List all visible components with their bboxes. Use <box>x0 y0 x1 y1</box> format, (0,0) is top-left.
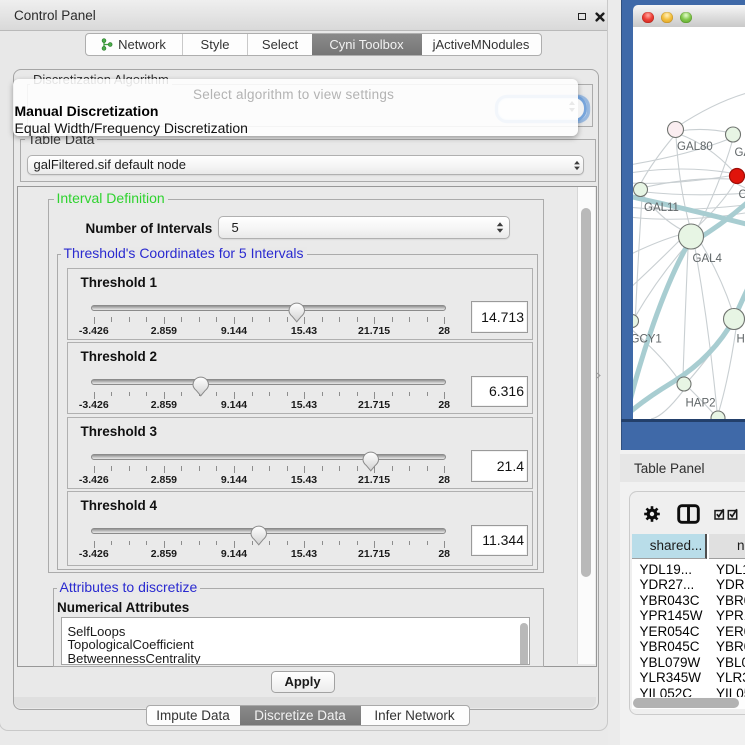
svg-text:HAP2: HAP2 <box>686 398 716 410</box>
svg-text:GCY1: GCY1 <box>633 334 662 346</box>
svg-text:H: H <box>737 334 745 346</box>
svg-text:GAL11: GAL11 <box>644 202 679 214</box>
svg-text:GAL4: GAL4 <box>693 253 723 265</box>
svg-text:GAL80: GAL80 <box>677 141 713 153</box>
svg-text:GAL: GAL <box>735 147 745 159</box>
svg-text:C: C <box>739 189 745 201</box>
